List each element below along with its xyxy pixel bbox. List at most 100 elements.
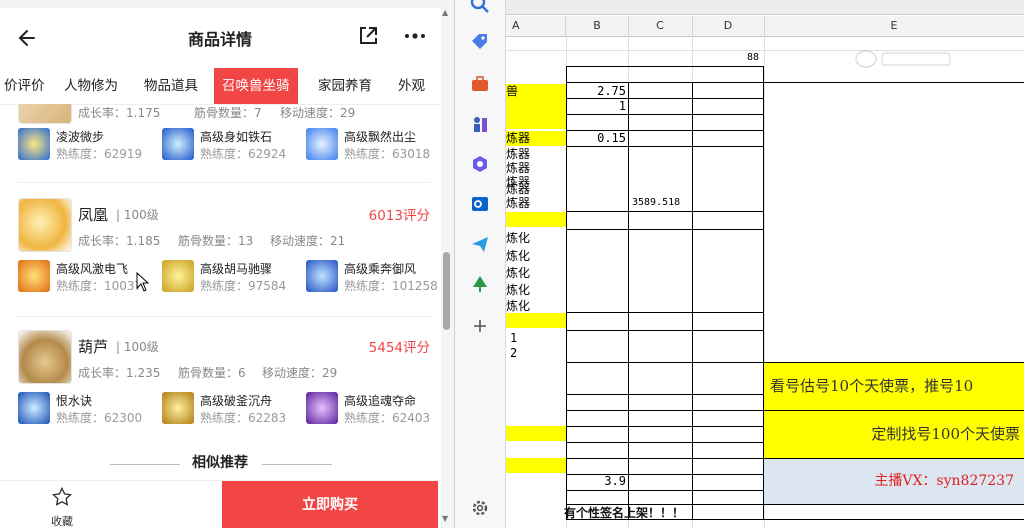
cell-b-value[interactable]: 0.15 [568, 131, 626, 145]
pet-card[interactable]: 葫芦 | 100级 5454评分 成长率：1.235 筋骨数量：6 移动速度：2… [18, 330, 430, 440]
skill-item[interactable]: 高级飘然出尘 熟练度：63018 [306, 128, 440, 162]
skill-exp: 熟练度：97584 [200, 279, 287, 293]
cell-a-label[interactable]: 炼化 [506, 230, 566, 246]
tab-appearance[interactable]: 外观 [398, 68, 425, 104]
pet-card[interactable]: 凤凰 | 100级 6013评分 成长率：1.185 筋骨数量：13 移动速度：… [18, 198, 438, 308]
tag-icon[interactable] [470, 32, 490, 52]
share-icon[interactable] [356, 24, 380, 48]
search-icon[interactable] [470, 0, 490, 14]
cell-a-highlight[interactable] [506, 426, 566, 441]
skill-icon [162, 260, 194, 292]
divider [262, 464, 332, 465]
cell-a-highlight[interactable] [506, 114, 566, 129]
column-header-a[interactable]: A [506, 16, 566, 36]
tab-home[interactable]: 家园养育 [318, 68, 372, 104]
add-icon[interactable] [470, 316, 490, 336]
similar-title: 相似推荐 [192, 455, 248, 471]
skill-item[interactable]: 高级胡马驰骤 熟练度：97584 [162, 260, 302, 294]
cell-b-value[interactable]: 1 [568, 99, 626, 113]
side-toolbar [455, 0, 506, 528]
footer-note[interactable]: 有个性签名上架！！！ [564, 505, 764, 521]
bottom-action-bar: 收藏 立即购买 [0, 480, 440, 528]
gear-icon[interactable] [470, 498, 490, 518]
category-tabs: 价评价 人物修为 物品道具 召唤兽坐骑 家园养育 外观 [0, 68, 440, 105]
scroll-down-icon[interactable]: ▼ [442, 514, 448, 523]
outlook-icon[interactable] [470, 194, 490, 214]
cell-a-label[interactable]: 兽 [506, 84, 566, 99]
border [566, 426, 764, 427]
send-icon[interactable] [470, 234, 490, 254]
banner-custom-search[interactable]: 定制找号100个天使票 [764, 411, 1024, 458]
border [566, 229, 764, 230]
cell-c-value[interactable]: 3589.518 [632, 197, 680, 208]
skill-item[interactable]: 恨水诀 熟练度：62300 [18, 392, 158, 426]
cell-a-label[interactable]: 炼器 [506, 161, 566, 175]
buy-now-button[interactable]: 立即购买 [222, 481, 438, 528]
cell-a-highlight[interactable] [506, 212, 566, 227]
column-header-c[interactable]: C [628, 16, 693, 36]
scrollbar-thumb[interactable] [443, 252, 450, 330]
more-options-icon[interactable] [400, 24, 430, 48]
cell-a-label[interactable]: 炼器 [506, 196, 566, 210]
border [566, 312, 764, 313]
skill-name: 高级破釜沉舟 [200, 394, 273, 408]
border [628, 82, 629, 520]
cell-a-highlight[interactable] [506, 458, 566, 473]
cell-b-value[interactable]: 3.9 [568, 474, 626, 488]
border [566, 211, 764, 212]
tab-character[interactable]: 人物修为 [64, 68, 118, 104]
favorite-button[interactable]: 收藏 [40, 485, 84, 528]
cell-a-highlight[interactable] [506, 99, 566, 114]
cell-a-label[interactable]: 炼化 [506, 298, 566, 314]
cell-a-label[interactable]: 炼器 [506, 183, 566, 195]
skill-item[interactable]: 高级乘奔御风 熟练度：101258 [306, 260, 440, 294]
skill-name: 高级飘然出尘 [344, 130, 417, 144]
pet-avatar [18, 104, 72, 124]
pet-bones: 筋骨数量：13 [178, 234, 254, 248]
pet-name: 葫芦 [78, 338, 109, 356]
banner-contact[interactable]: 主播VX：syn827237 [764, 459, 1024, 504]
cell-a-label[interactable]: 炼化 [506, 248, 566, 264]
chess-icon[interactable] [470, 114, 490, 134]
tab-reviews[interactable]: 价评价 [4, 68, 50, 104]
copilot-icon[interactable] [470, 154, 490, 174]
border [566, 98, 764, 99]
skill-icon [162, 128, 194, 160]
tab-summons[interactable]: 召唤兽坐骑 [214, 68, 298, 104]
cell-a-label[interactable]: 炼化 [506, 265, 566, 281]
app-bar: 商品详情 [0, 8, 440, 68]
skill-item[interactable]: 高级身如铁石 熟练度：62924 [162, 128, 302, 162]
cell-a-label[interactable]: 炼器 [506, 131, 566, 146]
skill-item[interactable]: 高级破釜沉舟 熟练度：62283 [162, 392, 302, 426]
tab-items[interactable]: 物品道具 [144, 68, 198, 104]
pet-card-partial: 成长率：1.175 筋骨数量：7 移动速度：29 凌波微步 熟练度：62919 … [18, 104, 430, 180]
cell-a-number[interactable]: 2 [510, 346, 517, 360]
pet-score: 5454评分 [368, 340, 430, 356]
banner-valuation[interactable]: 看号估号10个天使票，推号10 [764, 363, 1024, 410]
scroll-up-icon[interactable]: ▲ [442, 8, 448, 17]
pet-bones: 筋骨数量：7 [194, 106, 262, 120]
similar-section-header: 相似推荐 [0, 452, 440, 476]
mouse-cursor-icon [136, 272, 150, 292]
skill-name: 高级身如铁石 [200, 130, 273, 144]
skill-item[interactable]: 凌波微步 熟练度：62919 [18, 128, 158, 162]
cell-a-highlight[interactable] [506, 313, 566, 328]
cell-b-value[interactable]: 2.75 [568, 84, 626, 98]
pet-name: 凤凰 [78, 206, 109, 224]
formula-bar[interactable] [506, 0, 1024, 15]
pet-speed: 移动速度：29 [280, 106, 356, 120]
column-header-d[interactable]: D [692, 16, 765, 36]
cell-d-top[interactable]: 88 [747, 52, 759, 63]
cell-a-number[interactable]: 1 [510, 331, 517, 345]
cell-a-label[interactable]: 炼器 [506, 147, 566, 161]
column-header-e[interactable]: E [764, 16, 1024, 36]
border [566, 66, 764, 67]
column-header-b[interactable]: B [566, 16, 629, 36]
cell-a-label[interactable]: 炼化 [506, 282, 566, 298]
toolbox-icon[interactable] [470, 74, 490, 94]
tree-icon[interactable] [470, 274, 490, 294]
border [566, 114, 764, 115]
border [566, 130, 764, 131]
skill-item[interactable]: 高级追魂夺命 熟练度：62403 [306, 392, 440, 426]
favorite-label: 收藏 [51, 515, 73, 528]
